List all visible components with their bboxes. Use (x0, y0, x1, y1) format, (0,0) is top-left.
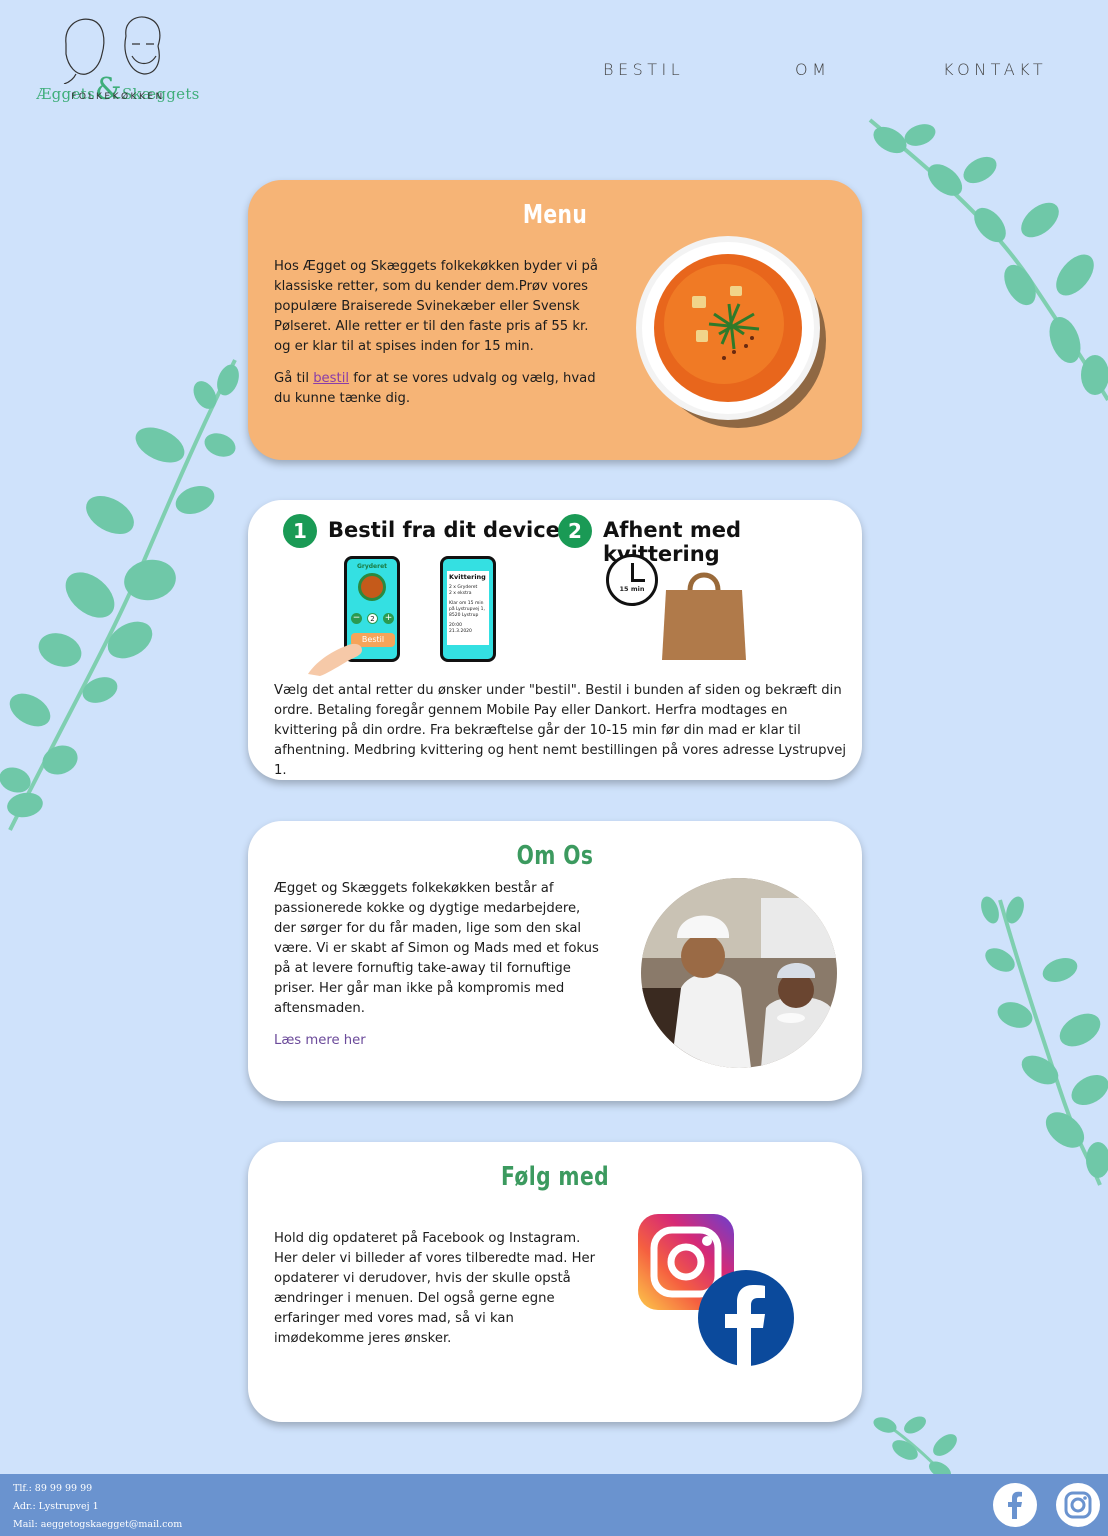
follow-card: Følg med Hold dig opdateret på Facebook … (248, 1142, 862, 1422)
bestil-link[interactable]: bestil (313, 371, 349, 386)
about-title: Om Os (516, 841, 594, 871)
phone-receipt-illustration: Kvittering 2 x Gryderet 2 x ekstra Klar … (440, 556, 496, 662)
about-card: Om Os Ægget og Skæggets folkekøkken best… (248, 821, 862, 1101)
vine-left-decoration (0, 359, 239, 831)
nav-om[interactable]: OM (795, 60, 830, 79)
shopping-bag-icon (662, 572, 746, 660)
menu-title: Menu (522, 200, 588, 230)
instagram-glyph-icon (1064, 1491, 1092, 1519)
chefs-photo (641, 878, 837, 1068)
vine-right-top-decoration (868, 118, 1108, 402)
main-nav: BESTIL OM KONTAKT (0, 60, 1108, 82)
phone-2-line: 21.3.2020 (449, 629, 472, 634)
step-2-badge: 2 (558, 514, 592, 548)
footer-address: Adr.: Lystrupvej 1 (13, 1501, 99, 1512)
phone-2-line: 8520 Lystrup (449, 613, 479, 618)
clock-icon: 15 min (606, 554, 658, 606)
howto-card: 1 Bestil fra dit device 2 Afhent med kvi… (248, 500, 862, 780)
phone-1-minus-icon: − (351, 613, 362, 624)
footer-mail: Mail: aeggetogskaegget@mail.com (13, 1519, 183, 1530)
menu-card: Menu Hos Ægget og Skæggets folkekøkken b… (248, 180, 862, 460)
facebook-f-icon (1008, 1491, 1022, 1519)
vine-bottom-decoration (873, 1416, 957, 1480)
menu-paragraph-1: Hos Ægget og Skæggets folkekøkken byder … (274, 259, 599, 354)
footer-instagram-icon[interactable] (1056, 1483, 1100, 1527)
follow-title: Følg med (500, 1162, 610, 1192)
nav-kontakt[interactable]: KONTAKT (943, 60, 1047, 79)
soup-bowl-image (636, 236, 826, 428)
follow-paragraph: Hold dig opdateret på Facebook og Instag… (274, 1231, 596, 1346)
footer-phone: Tlf.: 89 99 99 99 (13, 1483, 93, 1494)
phone-1-plus-icon: + (383, 613, 394, 624)
brand-subtitle: FOLKEKØKKEN (71, 92, 165, 102)
brand-logo[interactable]: Æggets&Skæggets FOLKEKØKKEN (36, 12, 200, 107)
clock-label: 15 min (619, 585, 645, 593)
step-1-label: Bestil fra dit device (328, 518, 560, 542)
read-more-link[interactable]: Læs mere her (274, 1031, 366, 1051)
facebook-icon[interactable] (698, 1270, 794, 1366)
vine-right-bottom-decoration (981, 896, 1108, 1186)
phone-1-dish-icon (358, 573, 386, 601)
finger-icon (308, 643, 362, 676)
clock-hand-horizontal (631, 579, 645, 582)
phone-1-header: Gryderet (356, 563, 388, 570)
phone-2-line: 2 x ekstra (449, 591, 472, 596)
phone-2-header: Kvittering (449, 573, 486, 581)
nav-bestil[interactable]: BESTIL (603, 60, 684, 79)
about-paragraph: Ægget og Skæggets folkekøkken består af … (274, 881, 599, 1016)
menu-paragraph-2: Gå til bestil for at se vores udvalg og … (274, 371, 596, 406)
site-footer: Tlf.: 89 99 99 99 Adr.: Lystrupvej 1 Mai… (0, 1474, 1108, 1536)
phone-1-qty: 2 (367, 613, 378, 624)
howto-description: Vælg det antal retter du ønsker under "b… (274, 683, 847, 778)
phone-2-screen: Kvittering 2 x Gryderet 2 x ekstra Klar … (447, 571, 489, 645)
footer-facebook-icon[interactable] (993, 1483, 1037, 1527)
step-1-badge: 1 (283, 514, 317, 548)
